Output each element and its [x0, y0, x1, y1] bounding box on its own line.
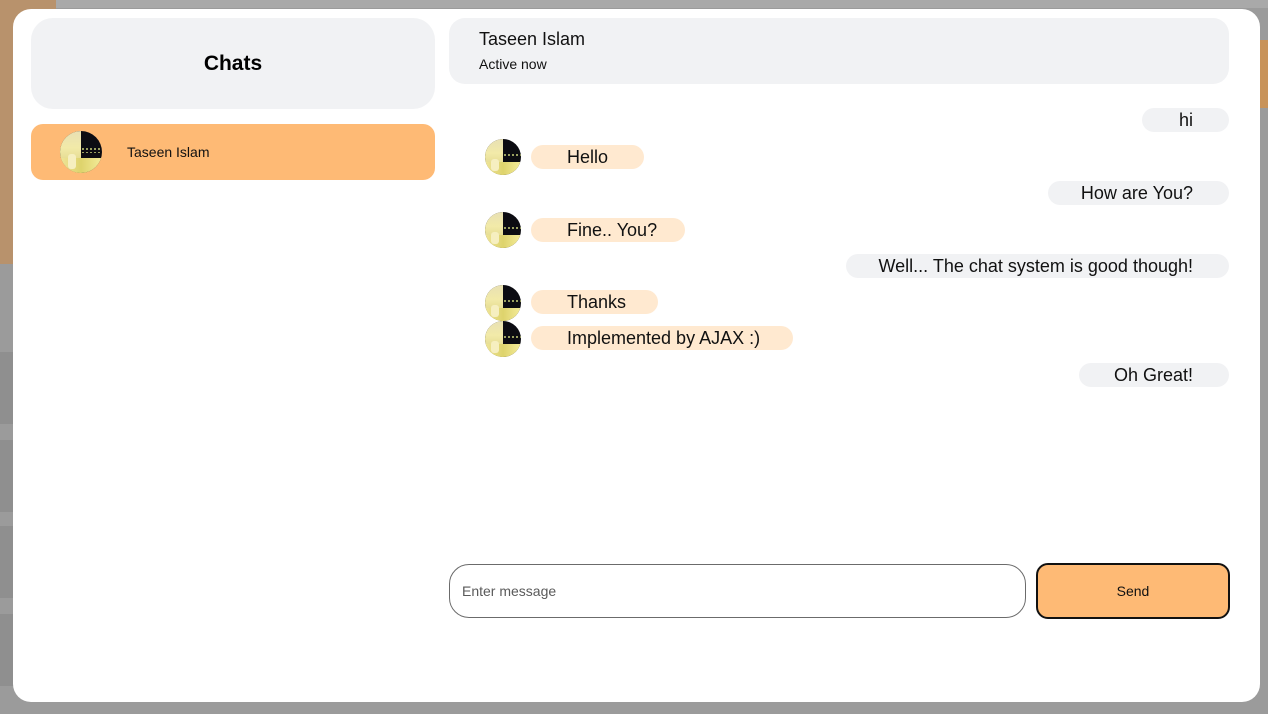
avatar [485, 212, 521, 248]
avatar [485, 139, 521, 175]
message-received: Implemented by AJAX :) [531, 326, 793, 350]
message-received: Thanks [531, 290, 658, 314]
message-received: Hello [531, 145, 644, 169]
background-card [0, 352, 14, 424]
chats-header: Chats [31, 18, 435, 109]
avatar [485, 285, 521, 321]
chat-header: Taseen Islam Active now [449, 18, 1229, 84]
background-card [0, 614, 14, 686]
message-sent: hi [1142, 108, 1229, 132]
chats-title: Chats [203, 51, 263, 75]
message-received: Fine.. You? [531, 218, 685, 242]
chat-contact-name: Taseen Islam [479, 29, 586, 49]
contact-item-taseen-islam[interactable]: Taseen Islam [31, 124, 435, 180]
chat-status: Active now [479, 56, 547, 72]
message-sent: Oh Great! [1079, 363, 1229, 387]
contact-name: Taseen Islam [127, 144, 210, 160]
avatar [60, 131, 102, 173]
background-card [0, 526, 14, 598]
send-button[interactable]: Send [1036, 563, 1230, 619]
message-sent: Well... The chat system is good though! [846, 254, 1229, 278]
chat-modal: Chats Taseen Islam Taseen Islam Active n… [13, 9, 1260, 702]
message-input[interactable] [449, 564, 1026, 618]
background-card [0, 440, 14, 512]
background-header [56, 0, 1268, 8]
message-sent: How are You? [1048, 181, 1229, 205]
avatar [485, 321, 521, 357]
